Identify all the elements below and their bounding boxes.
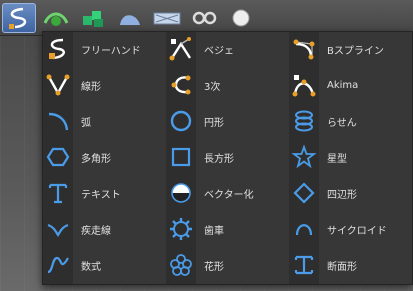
b-spline-icon — [289, 32, 319, 66]
array-tool-button[interactable] — [76, 3, 110, 33]
menu-item-star[interactable]: 星型 — [289, 140, 407, 174]
menu-item-helix[interactable]: らせん — [289, 104, 407, 138]
diamond-icon — [289, 176, 319, 210]
menu-item-cubic[interactable]: 3次 — [166, 68, 284, 102]
menu-item-akima[interactable]: Akima — [289, 68, 407, 102]
light-bulb-icon — [232, 9, 250, 26]
spline-dropdown-menu: フリーハンド ベジェ Bスプライン 線形 3次 Akima 弧 円形 らせん 多… — [42, 31, 413, 285]
nurbs-tool-button[interactable] — [39, 3, 73, 33]
freehand-icon — [43, 32, 73, 66]
formula-icon — [43, 248, 73, 282]
floor-tool-button[interactable] — [150, 3, 184, 33]
camera-icon — [192, 11, 217, 24]
menu-item-circle[interactable]: 円形 — [166, 104, 284, 138]
menu-item-vectorize[interactable]: ベクター化 — [166, 176, 284, 210]
spline-tool-button[interactable] — [2, 2, 36, 33]
menu-item-arc[interactable]: 弧 — [43, 104, 161, 138]
menu-item-freehand[interactable]: フリーハンド — [43, 32, 161, 66]
menu-item-formula[interactable]: 数式 — [43, 248, 161, 282]
cissoid-icon — [43, 212, 73, 246]
helix-icon — [289, 104, 319, 138]
arc-icon — [43, 104, 73, 138]
cubes-icon — [83, 10, 103, 27]
deformer-tool-button[interactable] — [113, 3, 147, 33]
bezier-icon — [166, 32, 196, 66]
star-icon — [289, 140, 319, 174]
floor-icon — [153, 12, 181, 24]
menu-item-bezier[interactable]: ベジェ — [166, 32, 284, 66]
menu-item-linear[interactable]: 線形 — [43, 68, 161, 102]
flower-icon — [166, 248, 196, 282]
menu-item-gear[interactable]: 歯車 — [166, 212, 284, 246]
hexagon-icon — [43, 140, 73, 174]
camera-tool-button[interactable] — [187, 3, 221, 33]
menu-item-profile[interactable]: 断面形 — [289, 248, 407, 282]
circle-icon — [166, 104, 196, 138]
menu-item-rectangle[interactable]: 長方形 — [166, 140, 284, 174]
spline-pen-icon — [9, 7, 27, 29]
menu-item-b-spline[interactable]: Bスプライン — [289, 32, 407, 66]
nurbs-icon — [43, 12, 69, 26]
akima-icon — [289, 68, 319, 102]
menu-item-polygon[interactable]: 多角形 — [43, 140, 161, 174]
rectangle-icon — [166, 140, 196, 174]
text-icon — [43, 176, 73, 210]
menu-item-cissoid[interactable]: 疾走線 — [43, 212, 161, 246]
menu-item-flower[interactable]: 花形 — [166, 248, 284, 282]
menu-item-text[interactable]: テキスト — [43, 176, 161, 210]
gear-icon — [166, 212, 196, 246]
cubic-icon — [166, 68, 196, 102]
menu-item-cycloid[interactable]: サイクロイド — [289, 212, 407, 246]
menu-item-quadrilateral[interactable]: 四辺形 — [289, 176, 407, 210]
linear-icon — [43, 68, 73, 102]
i-beam-icon — [289, 248, 319, 282]
light-tool-button[interactable] — [224, 3, 258, 33]
cycloid-icon — [289, 212, 319, 246]
deformer-icon — [120, 14, 140, 25]
vectorize-icon — [166, 176, 196, 210]
